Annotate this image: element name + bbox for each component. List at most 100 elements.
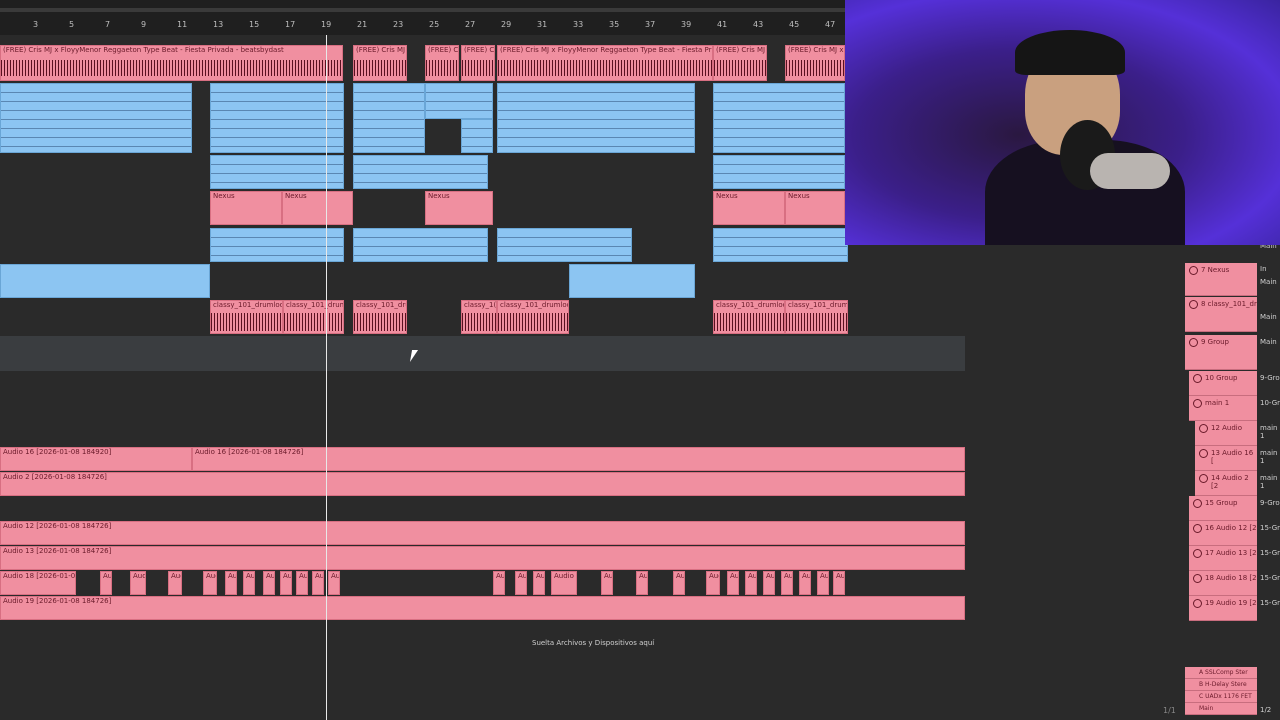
audio-clip[interactable]: Audio 19 [2026-01-08 184726]	[0, 596, 965, 620]
drop-zone-text[interactable]: Suelta Archivos y Dispositivos aquí	[532, 639, 654, 647]
track-header[interactable]: 7 Nexus	[1185, 263, 1257, 296]
io-routing[interactable]: 10-Gr	[1260, 399, 1280, 407]
nexus-clip[interactable]: Nexus	[425, 191, 493, 225]
audio-clip[interactable]: Aud	[745, 571, 757, 595]
track-header[interactable]: main 1	[1189, 396, 1257, 421]
track-header[interactable]: 19 Audio 19 [2	[1189, 596, 1257, 621]
audio-clip[interactable]: Aud	[799, 571, 811, 595]
io-routing[interactable]: 15-Gr	[1260, 599, 1280, 607]
io-routing[interactable]: 9-Gro	[1260, 374, 1280, 382]
nexus-clip[interactable]: Nexus	[282, 191, 353, 225]
fold-icon[interactable]	[1193, 499, 1202, 508]
fold-icon[interactable]	[1189, 266, 1198, 275]
io-routing[interactable]: 15-Gr	[1260, 549, 1280, 557]
midi-clip[interactable]	[353, 83, 425, 153]
midi-clip[interactable]	[210, 155, 344, 189]
audio-clip[interactable]: Aud	[296, 571, 308, 595]
audio-clip[interactable]: Audio 16 [2026-01-08 184920]	[0, 447, 192, 471]
track-header[interactable]: 14 Audio 2 [2	[1195, 471, 1257, 496]
midi-clip[interactable]	[210, 83, 344, 153]
fold-icon[interactable]	[1189, 338, 1198, 347]
audio-clip[interactable]: Aud	[493, 571, 505, 595]
return-track[interactable]: A SSLComp Ster	[1185, 667, 1257, 679]
audio-clip[interactable]: Audio 16 [2026-01-08 184726]	[192, 447, 965, 471]
io-routing[interactable]: In	[1260, 265, 1267, 273]
drum-clip[interactable]: classy_101_dru	[353, 300, 407, 334]
audio-clip[interactable]: Aud	[225, 571, 237, 595]
io-routing[interactable]: Main	[1260, 278, 1277, 286]
midi-clip[interactable]	[210, 228, 344, 262]
track-header[interactable]: 18 Audio 18 [2	[1189, 571, 1257, 596]
io-routing[interactable]: Main	[1260, 338, 1277, 346]
midi-clip[interactable]	[353, 155, 488, 189]
midi-clip[interactable]	[461, 119, 493, 153]
audio-clip[interactable]: Aud	[763, 571, 775, 595]
fold-icon[interactable]	[1193, 599, 1202, 608]
nexus-clip[interactable]: Nexus	[785, 191, 845, 225]
drum-clip[interactable]: classy_101_drumloop	[210, 300, 283, 334]
audio-clip[interactable]: Aud	[673, 571, 685, 595]
audio-clip[interactable]: Aud	[706, 571, 720, 595]
track-header[interactable]: 16 Audio 12 [2	[1189, 521, 1257, 546]
fold-icon[interactable]	[1193, 549, 1202, 558]
midi-clip[interactable]	[497, 83, 695, 153]
drum-clip[interactable]: classy_101_drumloop	[713, 300, 785, 334]
fold-icon[interactable]	[1199, 474, 1208, 483]
audio-clip[interactable]: Aud	[817, 571, 829, 595]
midi-clip[interactable]	[0, 264, 210, 298]
audio-clip[interactable]: Aud	[203, 571, 217, 595]
midi-clip[interactable]	[497, 228, 632, 262]
audio-clip[interactable]: (FREE) Cris MJ x	[353, 45, 407, 81]
io-routing[interactable]: main 1	[1260, 424, 1280, 440]
track-header[interactable]: 10 Group	[1189, 371, 1257, 396]
audio-clip[interactable]: Aud	[727, 571, 739, 595]
audio-clip[interactable]: Aud	[263, 571, 275, 595]
midi-clip[interactable]	[569, 264, 695, 298]
audio-clip[interactable]: (FREE) Cris MJ x	[713, 45, 767, 81]
audio-clip[interactable]: Audio 12 [2026-01-08 184726]	[0, 521, 965, 545]
track-header[interactable]: 12 Audio	[1195, 421, 1257, 446]
return-tracks[interactable]: A SSLComp Ster B H-Delay Stere C UADx 11…	[1185, 667, 1257, 715]
midi-clip[interactable]	[425, 83, 493, 119]
audio-clip[interactable]: Aud	[312, 571, 324, 595]
audio-clip[interactable]: Audio 18 [2026-01-08	[0, 571, 76, 595]
fold-icon[interactable]	[1199, 424, 1208, 433]
group-lane[interactable]	[0, 336, 965, 371]
nexus-clip[interactable]: Nexus	[713, 191, 785, 225]
audio-clip[interactable]: (FREE) Cris MJ x F	[785, 45, 845, 81]
playhead[interactable]	[326, 35, 327, 720]
audio-clip[interactable]: Audio 13 [2026-01-08 184726]	[0, 546, 965, 570]
audio-clip[interactable]: Audio 1	[551, 571, 577, 595]
audio-clip[interactable]: Aud	[130, 571, 146, 595]
track-header[interactable]: 9 Group	[1185, 335, 1257, 370]
loop-bar[interactable]	[0, 8, 845, 12]
track-header[interactable]: 8 classy_101_dr	[1185, 297, 1257, 332]
drum-clip[interactable]: classy_101_drumloop	[785, 300, 848, 334]
nexus-clip[interactable]: Nexus	[210, 191, 282, 225]
io-routing[interactable]: main 1	[1260, 449, 1280, 465]
fold-icon[interactable]	[1193, 399, 1202, 408]
midi-clip[interactable]	[0, 83, 192, 153]
io-routing[interactable]: main 1	[1260, 474, 1280, 490]
audio-clip[interactable]: Aud	[636, 571, 648, 595]
drum-clip[interactable]: classy_101_drumloop	[283, 300, 344, 334]
fold-icon[interactable]	[1193, 524, 1202, 533]
track-header[interactable]: 15 Group	[1189, 496, 1257, 521]
audio-clip[interactable]: Aud	[168, 571, 182, 595]
drum-clip[interactable]: classy_1(	[461, 300, 497, 334]
audio-clip[interactable]: Aud	[243, 571, 255, 595]
audio-clip[interactable]: Aud	[533, 571, 545, 595]
drum-clip[interactable]: classy_101_drumloo	[497, 300, 569, 334]
audio-clip[interactable]: (FREE) Cr	[461, 45, 495, 81]
track-header[interactable]: 17 Audio 13 [2	[1189, 546, 1257, 571]
audio-clip[interactable]: (FREE) Cris MJ x FloyyMenor Reggaeton Ty…	[0, 45, 343, 81]
return-track[interactable]: C UADx 1176 FET	[1185, 691, 1257, 703]
audio-clip[interactable]: Aud	[100, 571, 112, 595]
midi-clip[interactable]	[713, 155, 845, 189]
io-routing[interactable]: Main	[1260, 313, 1277, 321]
audio-clip[interactable]: (FREE) Cri	[425, 45, 459, 81]
audio-clip[interactable]: Aud	[328, 571, 340, 595]
audio-clip[interactable]: Audio 2 [2026-01-08 184726]	[0, 472, 965, 496]
midi-clip[interactable]	[353, 228, 488, 262]
io-routing[interactable]: 15-Gr	[1260, 524, 1280, 532]
